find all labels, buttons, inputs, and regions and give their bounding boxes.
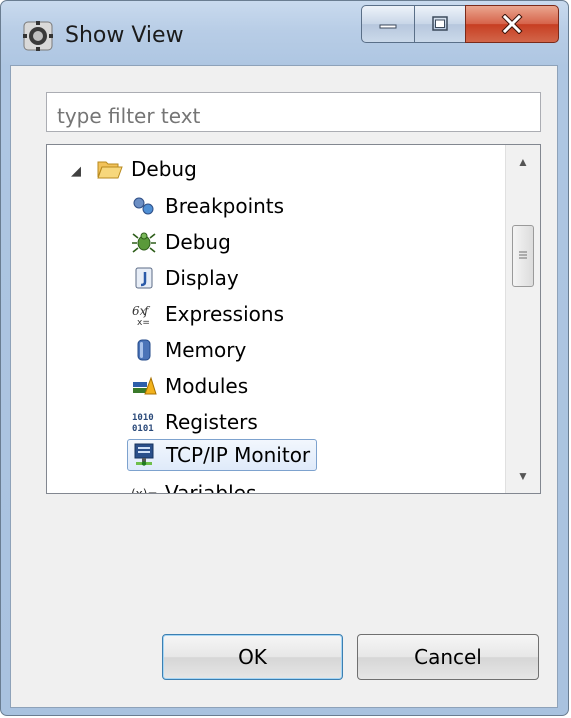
tree-item-display[interactable]: Display: [131, 262, 239, 294]
memory-icon: [131, 337, 157, 363]
ok-button[interactable]: OK: [162, 634, 343, 680]
tree-item-label: Modules: [165, 374, 249, 398]
tree-item-debug[interactable]: Debug: [131, 226, 231, 258]
svg-text:0101: 0101: [132, 424, 154, 434]
tree-item-modules[interactable]: Modules: [131, 370, 248, 402]
folder-open-icon: [97, 156, 123, 182]
maximize-button[interactable]: [414, 5, 466, 43]
window-title: Show View: [65, 23, 184, 48]
scroll-up-button[interactable]: ▲: [506, 145, 540, 179]
vertical-scrollbar[interactable]: ▲ ▼: [505, 145, 540, 493]
modules-icon: [131, 373, 157, 399]
collapse-arrow-icon[interactable]: ◢: [71, 163, 81, 179]
tree-category-label: Debug: [131, 157, 197, 181]
expressions-icon: 6x f x=: [131, 301, 157, 327]
svg-text:f: f: [143, 304, 151, 318]
tree-item-breakpoints[interactable]: Breakpoints: [131, 190, 284, 222]
tree-item-label: Memory: [165, 338, 247, 362]
svg-text:x=: x=: [137, 318, 150, 326]
registers-icon: 1010 0101: [131, 409, 157, 435]
tree-item-label: Breakpoints: [165, 194, 285, 218]
cancel-button[interactable]: Cancel: [357, 634, 539, 680]
tree-item-expressions[interactable]: 6x f x= Expressions: [131, 298, 284, 330]
tree-item-label: Display: [165, 266, 239, 290]
display-icon: [131, 265, 157, 291]
svg-text:1010: 1010: [132, 413, 154, 423]
show-view-dialog: Show View ◢ Debug: [0, 0, 569, 716]
bug-icon: [131, 229, 157, 255]
title-bar[interactable]: Show View: [1, 1, 568, 65]
tcpip-monitor-icon: [132, 442, 158, 468]
close-icon: [466, 6, 558, 42]
tree-item-label: Registers: [165, 410, 258, 434]
minimize-icon: [362, 6, 414, 42]
grip-icon: [518, 247, 528, 265]
minimize-button[interactable]: [361, 5, 415, 43]
tree-item-registers[interactable]: 1010 0101 Registers: [131, 406, 258, 438]
tree-item-memory[interactable]: Memory: [131, 334, 246, 366]
tree-item-tcpip-monitor[interactable]: TCP/IP Monitor: [127, 439, 318, 471]
tree-item-label: TCP/IP Monitor: [166, 443, 311, 467]
scroll-thumb[interactable]: [512, 225, 534, 287]
scroll-down-button[interactable]: ▼: [506, 459, 540, 493]
filter-input[interactable]: [46, 92, 541, 132]
eclipse-icon: [23, 21, 53, 51]
view-tree: ◢ Debug Breakpoints Debug Display 6x f x…: [46, 144, 541, 494]
scroll-up-icon: ▲: [517, 155, 529, 169]
tree-item-label: Expressions: [165, 302, 284, 326]
tree-item-label: Debug: [165, 230, 231, 254]
breakpoints-icon: [131, 193, 157, 219]
maximize-icon: [415, 6, 465, 42]
close-button[interactable]: [465, 5, 559, 43]
svg-text:(x)=: (x)=: [131, 487, 157, 494]
variables-icon: (x)=: [131, 480, 157, 494]
tree-item-label: Variables: [165, 481, 257, 494]
tree-category-debug[interactable]: Debug: [97, 153, 197, 185]
tree-item-variables[interactable]: (x)= Variables: [131, 477, 257, 494]
scroll-down-icon: ▼: [517, 469, 529, 483]
dialog-body: ◢ Debug Breakpoints Debug: [10, 65, 558, 708]
